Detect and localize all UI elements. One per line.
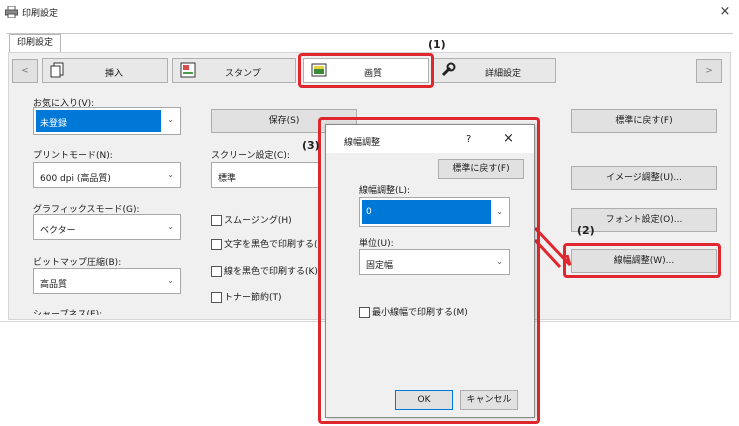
tab-print-settings[interactable]: 印刷設定 bbox=[9, 34, 61, 52]
prev-tab-button[interactable]: < bbox=[12, 59, 38, 83]
text-black-label: 文字を黒色で印刷する( bbox=[224, 240, 318, 250]
line-width-select[interactable]: 0 ⌄ bbox=[359, 197, 510, 227]
graphics-mode-select[interactable]: ベクター ⌄ bbox=[33, 214, 181, 240]
checkbox-icon bbox=[359, 307, 370, 318]
insert-icon bbox=[50, 62, 64, 78]
print-mode-label: プリントモード(N): bbox=[33, 151, 113, 161]
line-width-label: 線幅調整(L): bbox=[359, 186, 411, 196]
help-icon[interactable]: ? bbox=[466, 134, 471, 145]
screen-select[interactable]: 標準 bbox=[211, 162, 321, 188]
chevron-down-icon: ⌄ bbox=[496, 207, 503, 216]
dialog-reset-button[interactable]: 標準に戻す(F) bbox=[438, 159, 524, 179]
graphics-mode-value: ベクター bbox=[40, 226, 76, 236]
tab-stamp[interactable]: スタンプ bbox=[172, 58, 296, 83]
dialog-title: 線幅調整 bbox=[344, 138, 381, 148]
toner-save-checkbox[interactable]: トナー節約(T) bbox=[211, 290, 282, 303]
chevron-down-icon: ⌄ bbox=[167, 276, 174, 285]
dialog-close-button[interactable]: × bbox=[503, 131, 514, 146]
chevron-down-icon: ⌄ bbox=[167, 222, 174, 231]
screen-value: 標準 bbox=[218, 174, 237, 184]
sharpness-label: シャープネス(E): bbox=[33, 310, 103, 315]
chevron-down-icon: ⌄ bbox=[167, 170, 174, 179]
checkbox-icon bbox=[211, 239, 222, 250]
stamp-icon bbox=[180, 62, 196, 78]
printer-icon bbox=[5, 6, 18, 18]
callout-3: (3) bbox=[302, 139, 320, 152]
line-black-label: 線を黒色で印刷する(K) bbox=[224, 267, 318, 277]
favorites-value: 未登録 bbox=[40, 119, 68, 129]
title-bar: 印刷設定 × bbox=[0, 0, 739, 24]
line-black-checkbox[interactable]: 線を黒色で印刷する(K) bbox=[211, 264, 318, 277]
favorites-select[interactable]: 未登録 ⌄ bbox=[33, 107, 181, 135]
cancel-button[interactable]: キャンセル bbox=[460, 390, 518, 410]
next-tab-button[interactable]: > bbox=[696, 59, 722, 83]
chevron-down-icon: ⌄ bbox=[167, 115, 174, 124]
line-width-value: 0 bbox=[366, 207, 372, 217]
chevron-down-icon: ⌄ bbox=[496, 257, 503, 266]
toner-save-label: トナー節約(T) bbox=[224, 293, 282, 303]
bitmap-label: ビットマップ圧縮(B): bbox=[33, 258, 122, 268]
image-adjust-button[interactable]: イメージ調整(U)... bbox=[571, 166, 717, 190]
tab-stamp-label: スタンプ bbox=[225, 69, 261, 79]
unit-label: 単位(U): bbox=[359, 239, 394, 249]
checkbox-icon bbox=[211, 215, 222, 226]
window-title: 印刷設定 bbox=[22, 9, 59, 19]
tab-advanced-label: 詳細設定 bbox=[485, 69, 522, 79]
tab-strip-line bbox=[6, 33, 733, 34]
bitmap-select[interactable]: 高品質 ⌄ bbox=[33, 268, 181, 294]
close-button[interactable]: × bbox=[716, 3, 734, 21]
line-width-adjust-button[interactable]: 線幅調整(W)... bbox=[571, 249, 717, 273]
text-black-checkbox[interactable]: 文字を黒色で印刷する( bbox=[211, 237, 318, 250]
reset-default-button[interactable]: 標準に戻す(F) bbox=[571, 109, 717, 133]
checkbox-icon bbox=[211, 266, 222, 277]
unit-value: 固定幅 bbox=[366, 261, 394, 271]
min-width-label: 最小線幅で印刷する(M) bbox=[372, 308, 468, 318]
checkbox-icon bbox=[211, 292, 222, 303]
tab-insert[interactable]: 挿入 bbox=[42, 58, 168, 83]
min-width-checkbox[interactable]: 最小線幅で印刷する(M) bbox=[359, 305, 468, 318]
line-width-dialog: 線幅調整 ? × 標準に戻す(F) 線幅調整(L): 0 ⌄ 単位(U): 固定… bbox=[325, 124, 535, 418]
print-mode-select[interactable]: 600 dpi (高品質) ⌄ bbox=[33, 162, 181, 188]
smoothing-checkbox[interactable]: スムージング(H) bbox=[211, 213, 292, 226]
tab-advanced[interactable]: 詳細設定 bbox=[432, 58, 556, 83]
print-mode-value: 600 dpi (高品質) bbox=[40, 174, 111, 184]
unit-select[interactable]: 固定幅 ⌄ bbox=[359, 249, 510, 275]
callout-1: (1) bbox=[428, 38, 446, 51]
tab-insert-label: 挿入 bbox=[105, 69, 124, 79]
wrench-icon bbox=[441, 62, 456, 77]
bitmap-value: 高品質 bbox=[40, 280, 68, 290]
highlight-frame-1 bbox=[298, 53, 434, 88]
smoothing-label: スムージング(H) bbox=[224, 216, 292, 226]
screen-label: スクリーン設定(C): bbox=[211, 151, 290, 161]
ok-button[interactable]: OK bbox=[395, 390, 453, 410]
